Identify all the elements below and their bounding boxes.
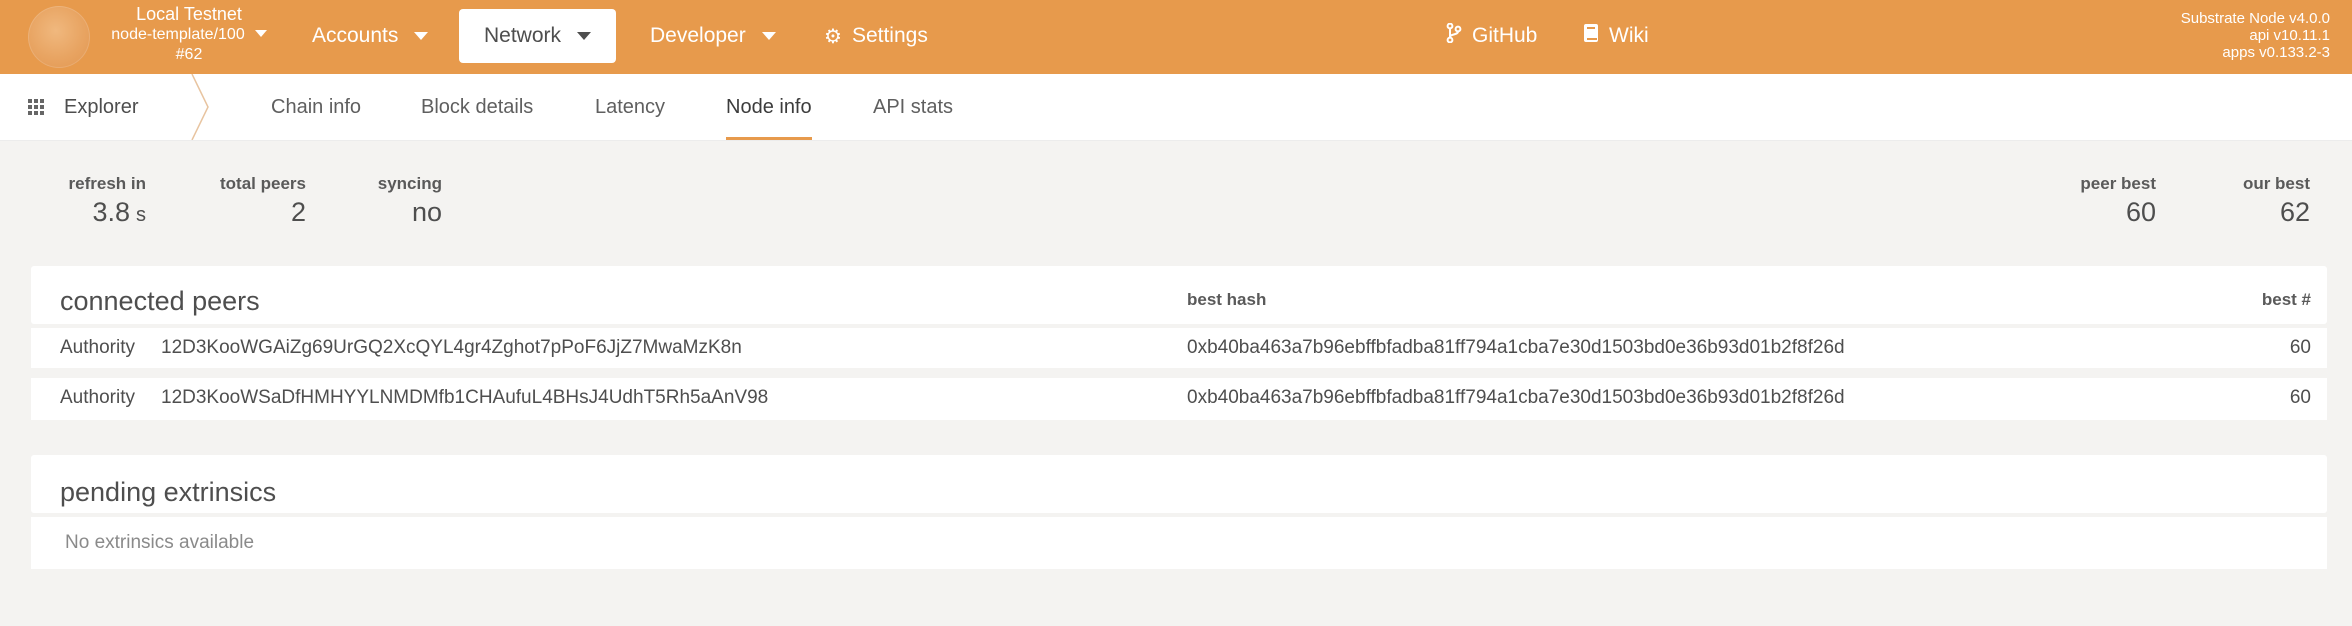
peer-best-number: 60: [2289, 387, 2311, 408]
peer-role: Authority: [60, 387, 135, 408]
stat-our-best-value: 62: [2279, 197, 2310, 227]
chevron-down-icon: [577, 32, 592, 40]
tab-api-stats[interactable]: API stats: [873, 74, 953, 140]
chain-selector[interactable]: Local Testnet node-template/100 #62: [100, 5, 278, 64]
version-api: api v10.11.1: [2249, 27, 2330, 44]
peer-best-number: 60: [2289, 337, 2311, 358]
version-info: Substrate Node v4.0.0 api v10.11.1 apps …: [2181, 10, 2330, 61]
chain-name: Local Testnet: [136, 4, 242, 24]
tab-node-info[interactable]: Node info: [726, 74, 812, 140]
peer-role: Authority: [60, 337, 135, 358]
menu-network[interactable]: Network: [459, 9, 616, 63]
peer-id: 12D3KooWGAiZg69UrGQ2XcQYL4gr4Zghot7pPoF6…: [161, 337, 742, 358]
stat-peer-best-value: 60: [2125, 197, 2156, 227]
link-wiki-label: Wiki: [1609, 24, 1649, 47]
top-bar: Local Testnet node-template/100 #62 Acco…: [0, 0, 2352, 74]
stat-refresh-unit: s: [136, 204, 146, 226]
stat-syncing-label: syncing: [377, 174, 442, 193]
stat-our-best-label: our best: [2242, 174, 2310, 193]
peer-id: 12D3KooWSaDfHMHYYLNMDMfb1CHAufuL4BHsJ4Ud…: [161, 387, 769, 408]
column-best-number: best #: [2261, 290, 2311, 309]
stat-syncing: syncing no: [378, 173, 442, 229]
table-row: Authority 12D3KooWGAiZg69UrGQ2XcQYL4gr4Z…: [31, 328, 2327, 368]
menu-accounts[interactable]: Accounts: [312, 9, 429, 63]
section-label: Explorer: [64, 95, 139, 118]
stat-syncing-value: no: [411, 197, 442, 227]
menu-developer-label: Developer: [650, 24, 746, 47]
code-branch-icon: [1446, 22, 1462, 49]
stat-peers-label: total peers: [220, 174, 306, 193]
peer-best-hash: 0xb40ba463a7b96ebffbfadba81ff794a1cba7e3…: [1187, 387, 1845, 408]
book-icon: [1583, 23, 1599, 49]
tab-chain-info[interactable]: Chain info: [271, 74, 361, 140]
link-github-label: GitHub: [1472, 24, 1538, 47]
gears-icon: ⚙: [824, 25, 842, 48]
menu-settings-label: Settings: [851, 24, 928, 47]
stat-peer-best-label: peer best: [2080, 174, 2156, 193]
menu-accounts-label: Accounts: [312, 24, 399, 47]
chevron-down-icon: [414, 32, 429, 40]
peers-table-header: connected peers best hash best #: [31, 266, 2327, 324]
breadcrumb-chevron-icon: [191, 74, 209, 140]
stat-peers-value: 2: [290, 197, 306, 227]
empty-state: No extrinsics available: [31, 517, 2327, 569]
block-number: #62: [175, 46, 203, 63]
menu-developer[interactable]: Developer: [650, 9, 776, 63]
link-wiki[interactable]: Wiki: [1583, 9, 1649, 63]
node-name: node-template/100: [111, 26, 245, 43]
extrinsics-title: pending extrinsics: [60, 477, 277, 507]
stat-refresh-label: refresh in: [68, 174, 146, 193]
table-row: Authority 12D3KooWSaDfHMHYYLNMDMfb1CHAuf…: [31, 378, 2327, 420]
chevron-down-icon: [761, 32, 776, 40]
grid-icon: [28, 99, 44, 115]
tab-latency[interactable]: Latency: [595, 74, 665, 140]
stat-our-best: our best 62: [2243, 173, 2310, 229]
empty-message: No extrinsics available: [65, 532, 255, 553]
section-explorer[interactable]: Explorer: [28, 74, 138, 140]
stat-refresh-value: 3.8: [92, 197, 130, 227]
stat-refresh: refresh in 3.8 s: [69, 173, 146, 232]
column-best-hash: best hash: [1187, 290, 1267, 309]
link-github[interactable]: GitHub: [1446, 9, 1537, 63]
version-node: Substrate Node v4.0.0: [2180, 10, 2330, 27]
peers-title: connected peers: [60, 286, 260, 316]
extrinsics-table-header: pending extrinsics: [31, 455, 2327, 513]
menu-network-label: Network: [483, 24, 562, 47]
divider: [31, 368, 2327, 372]
chevron-down-icon: [254, 30, 267, 37]
menu-settings[interactable]: ⚙ Settings: [824, 9, 928, 63]
tab-block-details[interactable]: Block details: [421, 74, 533, 140]
chain-logo-icon[interactable]: [28, 6, 90, 68]
stat-total-peers: total peers 2: [220, 173, 306, 229]
version-apps: apps v0.133.2-3: [2222, 44, 2330, 61]
peer-best-hash: 0xb40ba463a7b96ebffbfadba81ff794a1cba7e3…: [1187, 337, 1845, 358]
sub-navigation: Explorer Chain info Block details Latenc…: [0, 74, 2352, 141]
stat-peer-best: peer best 60: [2080, 173, 2156, 229]
